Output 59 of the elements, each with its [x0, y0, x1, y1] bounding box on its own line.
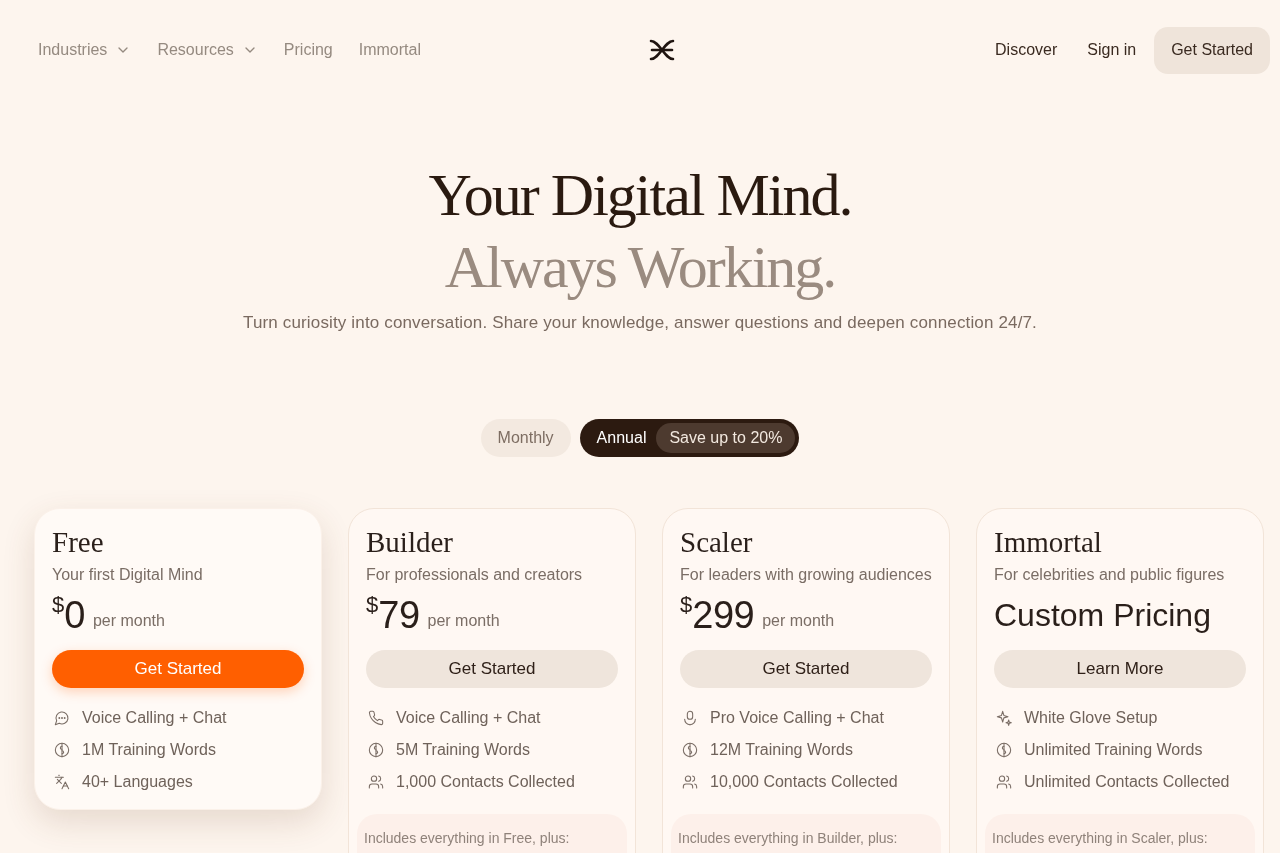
price-period: per month: [427, 611, 500, 631]
feature-text: Unlimited Training Words: [1024, 740, 1203, 760]
currency-symbol: $: [680, 593, 693, 617]
plan-tagline: Your first Digital Mind: [52, 565, 204, 585]
hero-description: Turn curiosity into conversation. Share your knowledge, answer questions and deepen connection 24/7.: [243, 312, 1037, 334]
feature-text: 12M Training Words: [710, 740, 853, 760]
translate-icon: [54, 774, 70, 790]
hero-subtitle-heading: Always Working.: [444, 233, 836, 302]
plan-name: Immortal: [994, 525, 1103, 560]
billing-option[interactable]: Annual Save up to 20%: [579, 419, 800, 457]
plan-name: Scaler: [680, 525, 754, 560]
plan-name: Free: [52, 525, 105, 560]
logo-icon[interactable]: [649, 38, 675, 62]
plan-price: 299: [692, 593, 755, 637]
includes-text: Includes everything in Builder, plus:: [678, 829, 899, 848]
plan-cta-button[interactable]: Learn More: [994, 650, 1246, 688]
plan-tagline: For celebrities and public figures: [994, 565, 1226, 585]
feature-text: Voice Calling + Chat: [82, 708, 227, 728]
includes-text: Includes everything in Free, plus:: [364, 829, 571, 848]
brain-icon: [54, 742, 70, 758]
plan-cta-button[interactable]: Get Started: [366, 650, 618, 688]
plan-cta-button[interactable]: Get Started: [680, 650, 932, 688]
feature-text: Unlimited Contacts Collected: [1024, 772, 1230, 792]
feature-text: 5M Training Words: [396, 740, 530, 760]
billing-option[interactable]: Monthly: [480, 419, 571, 457]
feature-text: 1M Training Words: [82, 740, 216, 760]
brain-icon: [368, 742, 384, 758]
nav-link[interactable]: Sign in: [1087, 38, 1137, 62]
savings-badge: Save up to 20%: [656, 423, 796, 453]
plan-price: 0: [64, 593, 85, 637]
custom-price: Custom Pricing: [994, 596, 1211, 635]
feature-text: Voice Calling + Chat: [396, 708, 541, 728]
phone-icon: [368, 710, 384, 726]
get-started-button[interactable]: Get Started: [1154, 26, 1270, 74]
chat-bubble-icon: [54, 710, 70, 726]
feature-text: White Glove Setup: [1024, 708, 1158, 728]
includes-text: Includes everything in Scaler, plus:: [992, 829, 1209, 848]
nav-link[interactable]: Discover: [995, 38, 1058, 62]
feature-text: 1,000 Contacts Collected: [396, 772, 575, 792]
plan-price: 79: [378, 593, 420, 637]
users-icon: [682, 774, 698, 790]
plan-name: Builder: [366, 525, 454, 560]
sparkle-icon: [996, 710, 1012, 726]
feature-text: 10,000 Contacts Collected: [710, 772, 898, 792]
feature-text: 40+ Languages: [82, 772, 193, 792]
brain-icon: [682, 742, 698, 758]
users-icon: [368, 774, 384, 790]
users-icon: [996, 774, 1012, 790]
plan-tagline: For professionals and creators: [366, 565, 584, 585]
billing-option-label: Annual: [596, 428, 647, 448]
hero-title: Your Digital Mind.: [428, 161, 852, 230]
price-period: per month: [762, 611, 835, 631]
currency-symbol: $: [366, 593, 379, 617]
currency-symbol: $: [52, 593, 65, 617]
price-period: per month: [92, 611, 165, 631]
brain-icon: [996, 742, 1012, 758]
plan-tagline: For leaders with growing audiences: [680, 565, 932, 585]
feature-text: Pro Voice Calling + Chat: [710, 708, 884, 728]
microphone-icon: [682, 710, 698, 726]
